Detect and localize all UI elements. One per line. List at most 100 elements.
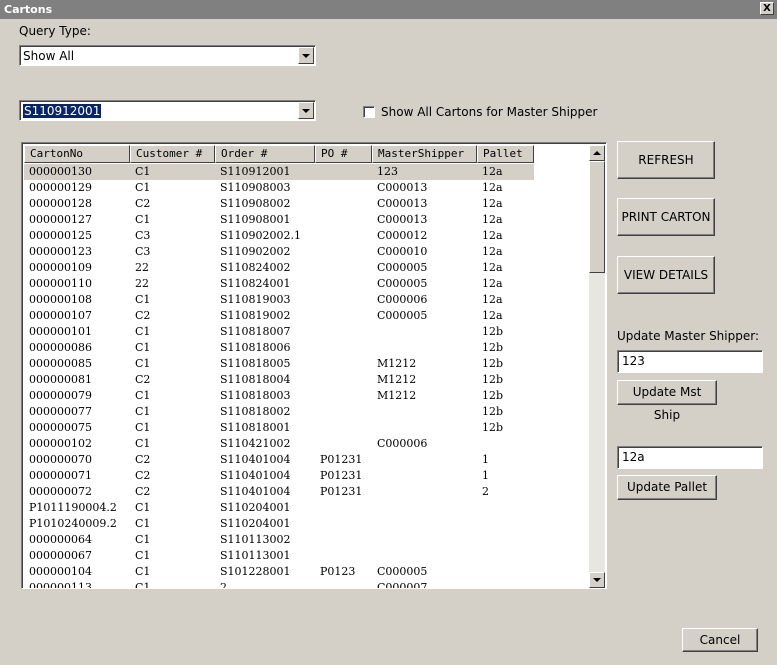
vertical-scrollbar[interactable] — [589, 145, 605, 588]
cell-pallet: 12a — [482, 229, 503, 242]
table-row[interactable]: 000000101 C1 S110818007 12b — [24, 324, 534, 340]
master-shipper-input[interactable]: 123 — [617, 350, 763, 373]
close-button[interactable]: X — [760, 2, 774, 15]
cell-master-shipper: C000005 — [377, 277, 428, 290]
view-details-button[interactable]: VIEW DETAILS — [617, 256, 715, 294]
column-header-carton-no[interactable]: CartonNo — [24, 145, 130, 163]
table-row[interactable]: 000000107 C2 S110819002 C000005 12a — [24, 308, 534, 324]
table-row[interactable]: 000000070 C2 S110401004 P01231 1 — [24, 452, 534, 468]
table-row[interactable]: 000000108 C1 S110819003 C000006 12a — [24, 292, 534, 308]
query-type-value: Show All — [23, 49, 75, 63]
table-row[interactable]: P1010240009.2 C1 S110204001 — [24, 516, 534, 532]
cell-master-shipper: C000006 — [377, 293, 428, 306]
table-row[interactable]: 000000071 C2 S110401004 P01231 1 — [24, 468, 534, 484]
table-row[interactable]: 000000102 C1 S110421002 C000006 — [24, 436, 534, 452]
cell-pallet: 12a — [482, 293, 503, 306]
table-row[interactable]: 000000085 C1 S110818005 M1212 12b — [24, 356, 534, 372]
cancel-button[interactable]: Cancel — [682, 628, 758, 652]
cell-carton-no: 000000109 — [29, 261, 92, 274]
update-pallet-button[interactable]: Update Pallet — [617, 475, 717, 500]
table-row[interactable]: 000000077 C1 S110818002 12b — [24, 404, 534, 420]
column-header-po[interactable]: PO # — [315, 145, 372, 163]
cell-pallet: 12b — [482, 389, 504, 402]
cell-carton-no: 000000113 — [29, 581, 92, 588]
cell-customer: C1 — [135, 181, 151, 194]
show-all-cartons-checkbox[interactable] — [363, 106, 375, 118]
cell-pallet: 12b — [482, 341, 504, 354]
scroll-up-icon[interactable] — [589, 145, 605, 161]
cell-master-shipper: C000013 — [377, 197, 428, 210]
cell-customer: C1 — [135, 437, 151, 450]
cell-master-shipper: C000005 — [377, 565, 428, 578]
table-row[interactable]: 000000086 C1 S110818006 12b — [24, 340, 534, 356]
chevron-down-icon[interactable] — [298, 47, 314, 64]
cartons-grid[interactable]: CartonNo Customer # Order # PO # MasterS… — [21, 142, 607, 589]
table-row[interactable]: P1011190004.2 C1 S110204001 — [24, 500, 534, 516]
column-header-order[interactable]: Order # — [215, 145, 315, 163]
cell-carton-no: 000000110 — [29, 277, 92, 290]
table-row[interactable]: 000000129 C1 S110908003 C000013 12a — [24, 180, 534, 196]
table-row[interactable]: 000000104 C1 S101228001 P0123 C000005 — [24, 564, 534, 580]
cell-pallet: 12a — [482, 245, 503, 258]
print-carton-button[interactable]: PRINT CARTON — [617, 198, 715, 236]
scroll-thumb[interactable] — [589, 161, 605, 273]
table-row[interactable]: 000000130 C1 S110912001 123 12a — [24, 164, 534, 180]
scroll-down-icon[interactable] — [589, 572, 605, 588]
chevron-down-icon[interactable] — [298, 102, 314, 119]
cell-carton-no: 000000108 — [29, 293, 92, 306]
cell-carton-no: 000000130 — [29, 165, 92, 178]
update-master-shipper-label: Update Master Shipper: — [617, 329, 760, 343]
table-row[interactable]: 000000125 C3 S110902002.1 C000012 12a — [24, 228, 534, 244]
cell-carton-no: 000000086 — [29, 341, 92, 354]
window-title: Cartons — [4, 3, 53, 16]
table-row[interactable]: 000000081 C2 S110818004 M1212 12b — [24, 372, 534, 388]
table-row[interactable]: 000000123 C3 S110902002 C000010 12a — [24, 244, 534, 260]
master-shipper-select[interactable]: S110912001 — [19, 100, 316, 121]
table-row[interactable]: 000000072 C2 S110401004 P01231 2 — [24, 484, 534, 500]
cell-pallet: 1 — [482, 453, 489, 466]
table-row[interactable]: 000000075 C1 S110818001 12b — [24, 420, 534, 436]
query-type-select[interactable]: Show All — [19, 45, 316, 66]
cell-master-shipper: M1212 — [377, 357, 417, 370]
cell-carton-no: 000000070 — [29, 453, 92, 466]
table-row[interactable]: 000000127 C1 S110908001 C000013 12a — [24, 212, 534, 228]
table-row[interactable]: 000000110 22 S110824001 C000005 12a — [24, 276, 534, 292]
refresh-button[interactable]: REFRESH — [617, 141, 715, 179]
cell-customer: C1 — [135, 341, 151, 354]
cell-master-shipper: C000012 — [377, 229, 428, 242]
cell-carton-no: 000000127 — [29, 213, 92, 226]
cell-customer: C2 — [135, 485, 151, 498]
cell-customer: C2 — [135, 197, 151, 210]
cell-carton-no: P1010240009.2 — [29, 517, 117, 530]
pallet-input[interactable]: 12a — [617, 446, 763, 469]
refresh-button-label: REFRESH — [638, 153, 694, 167]
table-row[interactable]: 000000079 C1 S110818003 M1212 12b — [24, 388, 534, 404]
cell-master-shipper: C000010 — [377, 245, 428, 258]
update-mst-ship-button[interactable]: Update Mst Ship — [617, 380, 717, 422]
master-shipper-value: S110912001 — [23, 104, 102, 118]
table-row[interactable]: 000000064 C1 S110113002 — [24, 532, 534, 548]
cell-pallet: 12b — [482, 357, 504, 370]
cell-customer: C2 — [135, 469, 151, 482]
cell-customer: C1 — [135, 549, 151, 562]
table-row[interactable]: 000000128 C2 S110908002 C000013 12a — [24, 196, 534, 212]
cancel-button-label: Cancel — [699, 633, 741, 647]
cell-customer: C1 — [135, 501, 151, 514]
table-row[interactable]: 000000067 C1 S110113001 — [24, 548, 534, 564]
column-header-master-shipper[interactable]: MasterShipper — [372, 145, 477, 163]
update-mst-ship-button-label: Update Mst Ship — [632, 385, 702, 422]
cell-po: P01231 — [320, 485, 363, 498]
cell-customer: C1 — [135, 421, 151, 434]
cell-master-shipper: C000013 — [377, 181, 428, 194]
cell-carton-no: 000000075 — [29, 421, 92, 434]
cell-carton-no: 000000081 — [29, 373, 92, 386]
query-type-label: Query Type: — [19, 24, 91, 38]
column-header-pallet[interactable]: Pallet — [477, 145, 534, 163]
cell-pallet: 1 — [482, 469, 489, 482]
cell-carton-no: 000000071 — [29, 469, 92, 482]
table-row[interactable]: 000000109 22 S110824002 C000005 12a — [24, 260, 534, 276]
column-header-customer[interactable]: Customer # — [130, 145, 215, 163]
table-row[interactable]: 000000113 C1 2 C000007 — [24, 580, 534, 588]
cell-order: S110113002 — [220, 533, 291, 546]
cell-pallet: 12a — [482, 309, 503, 322]
